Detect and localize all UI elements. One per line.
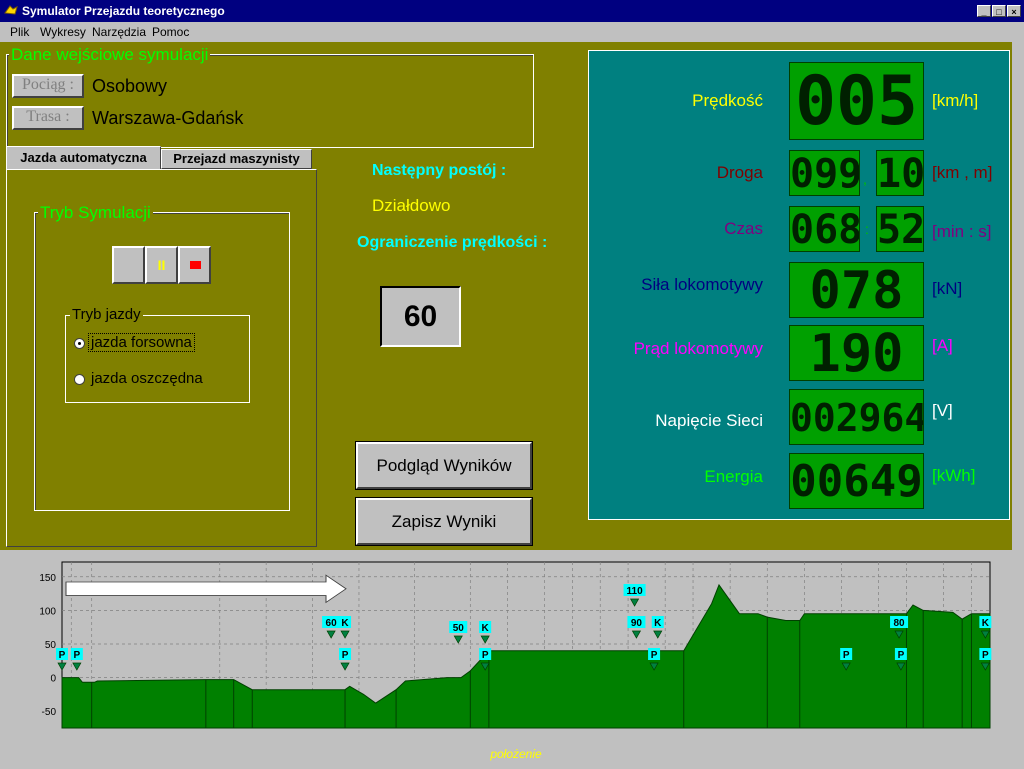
route-button[interactable]: Trasa : bbox=[12, 106, 84, 130]
current-unit: [A] bbox=[932, 336, 953, 355]
stop-button[interactable] bbox=[178, 246, 211, 284]
y-tick-label: -50 bbox=[42, 707, 57, 718]
title-bar[interactable]: Symulator Przejazdu teoretycznego _ □ × bbox=[0, 0, 1024, 22]
marker-label: 110 bbox=[627, 586, 644, 597]
marker-label: P bbox=[342, 650, 349, 661]
x-axis-label: położenie bbox=[489, 747, 542, 761]
marker-label: P bbox=[651, 650, 658, 661]
time-s-display: 52 bbox=[876, 206, 924, 252]
distance-label: Droga bbox=[716, 163, 763, 182]
time-min-display: 068 bbox=[789, 206, 860, 252]
play-button[interactable] bbox=[112, 246, 145, 284]
minimize-icon[interactable]: _ bbox=[977, 5, 991, 17]
y-tick-label: 100 bbox=[39, 606, 56, 617]
app-icon bbox=[4, 5, 18, 15]
y-tick-label: 50 bbox=[45, 640, 57, 651]
y-tick-label: 0 bbox=[50, 674, 56, 685]
drive-mode-title: Tryb jazdy bbox=[70, 306, 143, 323]
speed-limit-value: 60 bbox=[380, 286, 461, 347]
marker-label: 60 bbox=[326, 618, 338, 629]
stop-icon bbox=[190, 261, 201, 269]
energy-display: 00649 bbox=[789, 453, 924, 509]
right-strip bbox=[1012, 42, 1024, 550]
energy-unit: [kWh] bbox=[932, 466, 976, 485]
marker-label: P bbox=[482, 650, 489, 661]
y-tick-label: 150 bbox=[39, 573, 56, 584]
train-button[interactable]: Pociąg : bbox=[12, 74, 84, 98]
route-profile-chart: 150 100 50 0 -50 P P 60 K P 50 K P 110 90 K P P 80 P K Ppołoż… bbox=[4, 554, 1020, 764]
voltage-display: 002964 bbox=[789, 389, 924, 445]
tab-automatic[interactable]: Jazda automatyczna bbox=[6, 146, 161, 170]
next-stop-value: Działdowo bbox=[372, 196, 451, 215]
tab-driver[interactable]: Przejazd maszynisty bbox=[161, 149, 312, 169]
time-label: Czas bbox=[724, 219, 763, 238]
force-label: Siła lokomotywy bbox=[641, 275, 763, 294]
marker-label: 80 bbox=[893, 618, 905, 629]
radio-forced-label[interactable]: jazda forsowna bbox=[88, 333, 195, 352]
route-value: Warszawa-Gdańsk bbox=[92, 108, 244, 128]
menu-plik[interactable]: Plik bbox=[10, 25, 29, 39]
menu-bar: Plik Wykresy Narzędzia Pomoc bbox=[0, 22, 1024, 42]
marker-label: P bbox=[982, 650, 989, 661]
menu-narzedzia[interactable]: Narzędzia bbox=[92, 25, 146, 39]
distance-m-display: 10 bbox=[876, 150, 924, 196]
voltage-unit: [V] bbox=[932, 401, 953, 420]
marker-label: 50 bbox=[453, 623, 465, 634]
force-unit: [kN] bbox=[932, 279, 963, 298]
radio-forced[interactable] bbox=[74, 338, 85, 349]
speed-label: Prędkość bbox=[692, 91, 763, 110]
close-icon[interactable]: × bbox=[1007, 5, 1021, 17]
current-label: Prąd lokomotywy bbox=[633, 339, 763, 358]
force-display: 078 bbox=[789, 262, 924, 318]
input-data-group bbox=[6, 54, 534, 148]
pause-icon: II bbox=[157, 257, 166, 273]
profile-chart-svg: 150100500-50P P60 KP50 KP11090 KP P80PKPpołoż… bbox=[39, 561, 992, 761]
marker-label: P bbox=[898, 650, 905, 661]
save-results-button[interactable]: Zapisz Wyniki bbox=[355, 497, 533, 546]
radio-economic-label[interactable]: jazda oszczędna bbox=[91, 370, 203, 387]
speed-display: 005 bbox=[789, 62, 924, 140]
sim-mode-title: Tryb Symulacji bbox=[38, 203, 153, 223]
speed-limit-label: Ograniczenie prędkości : bbox=[357, 234, 548, 251]
marker-label: K bbox=[482, 623, 490, 634]
marker-label: K bbox=[341, 618, 349, 629]
marker-label: 90 bbox=[631, 618, 643, 629]
marker-label: P bbox=[74, 650, 81, 661]
marker-label: P bbox=[843, 650, 850, 661]
current-display: 190 bbox=[789, 325, 924, 381]
readout-panel: Prędkość 005 [km/h] Droga 099 , 10 [km ,… bbox=[588, 50, 1010, 520]
marker-label: K bbox=[654, 618, 662, 629]
time-unit: [min : s] bbox=[932, 222, 992, 241]
input-group-title: Dane wejściowe symulacji bbox=[9, 45, 211, 65]
voltage-label: Napięcie Sieci bbox=[655, 411, 763, 430]
distance-separator: , bbox=[863, 171, 867, 187]
train-value: Osobowy bbox=[92, 76, 168, 96]
distance-unit: [km , m] bbox=[932, 163, 993, 182]
menu-wykresy[interactable]: Wykresy bbox=[40, 25, 86, 39]
energy-label: Energia bbox=[704, 467, 763, 486]
preview-results-button[interactable]: Podgląd Wyników bbox=[355, 441, 533, 490]
maximize-icon[interactable]: □ bbox=[992, 5, 1006, 17]
time-separator: : bbox=[865, 221, 869, 237]
marker-label: K bbox=[982, 618, 990, 629]
pause-button[interactable]: II bbox=[145, 246, 178, 284]
drive-mode-group bbox=[65, 315, 250, 403]
radio-economic[interactable] bbox=[74, 374, 85, 385]
speed-unit: [km/h] bbox=[932, 91, 979, 110]
marker-label: P bbox=[59, 650, 66, 661]
window-title: Symulator Przejazdu teoretycznego bbox=[22, 4, 225, 18]
menu-pomoc[interactable]: Pomoc bbox=[152, 25, 189, 39]
distance-km-display: 099 bbox=[789, 150, 860, 196]
next-stop-label: Następny postój : bbox=[372, 162, 507, 179]
